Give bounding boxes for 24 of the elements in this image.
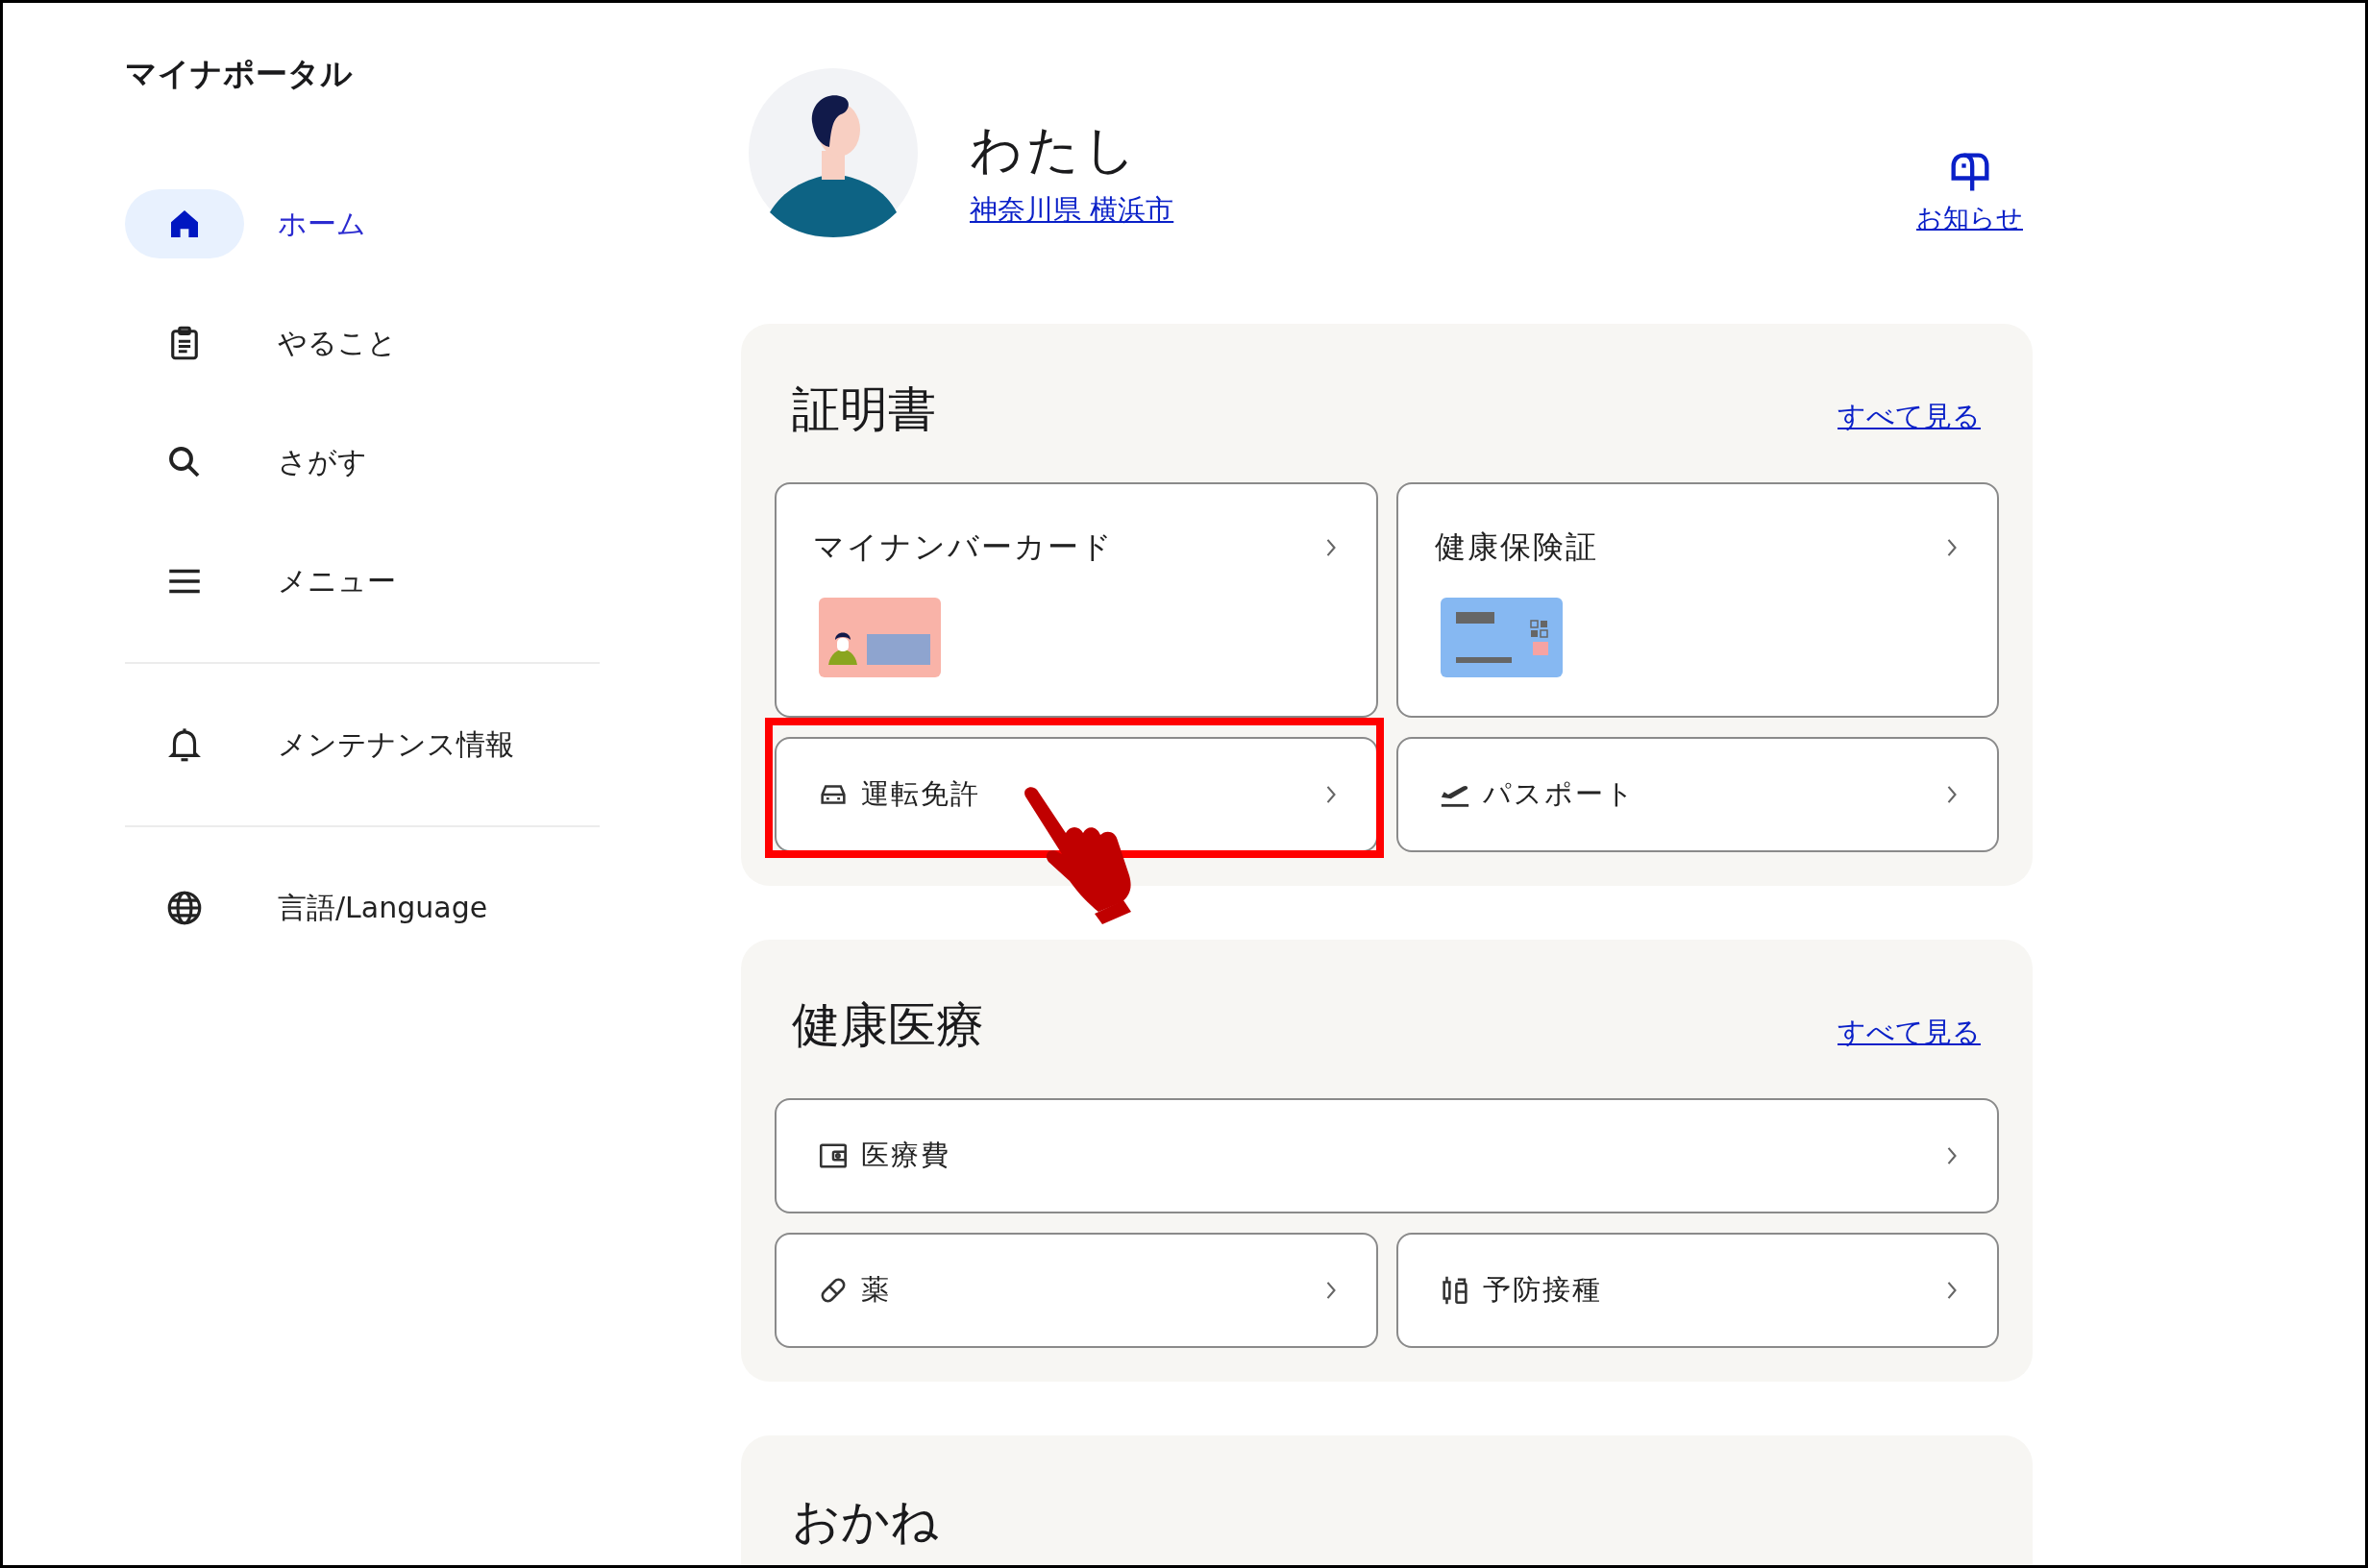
menu-tile[interactable]: 医療費 bbox=[775, 1098, 1999, 1213]
nav-item[interactable]: メンテナンス情報 bbox=[125, 710, 741, 779]
nav-item[interactable]: メニュー bbox=[125, 547, 741, 616]
see-all-link[interactable]: すべて見る bbox=[1838, 398, 1981, 436]
nav-item[interactable]: さがす bbox=[125, 428, 741, 497]
menu-tile[interactable]: 薬 bbox=[775, 1233, 1378, 1348]
app-title: マイナポータル bbox=[125, 54, 354, 94]
document-tile[interactable]: マイナンバーカード bbox=[775, 482, 1378, 718]
nav-item[interactable]: やること bbox=[125, 308, 741, 378]
see-all-link[interactable]: すべて見る bbox=[1838, 1014, 1981, 1052]
location-link[interactable]: 神奈川県 横浜市 bbox=[970, 190, 1916, 230]
user-name: わたし bbox=[970, 117, 1141, 182]
chevron-icon bbox=[1945, 536, 1959, 559]
section-title: 健康医療 bbox=[792, 999, 984, 1052]
menu-tile[interactable]: パスポート bbox=[1395, 737, 1999, 852]
chevron-icon bbox=[1945, 783, 1959, 806]
section-title: おかね bbox=[792, 1495, 939, 1548]
section-title: 証明書 bbox=[792, 383, 936, 436]
nav-item[interactable]: ホーム bbox=[125, 189, 741, 258]
nav-item[interactable]: 言語/Language bbox=[125, 873, 741, 943]
document-tile[interactable]: 健康保険証 bbox=[1395, 482, 1999, 718]
chevron-icon bbox=[1945, 1279, 1959, 1302]
chevron-icon bbox=[1945, 1144, 1959, 1167]
menu-tile[interactable]: 予防接種 bbox=[1395, 1233, 1999, 1348]
